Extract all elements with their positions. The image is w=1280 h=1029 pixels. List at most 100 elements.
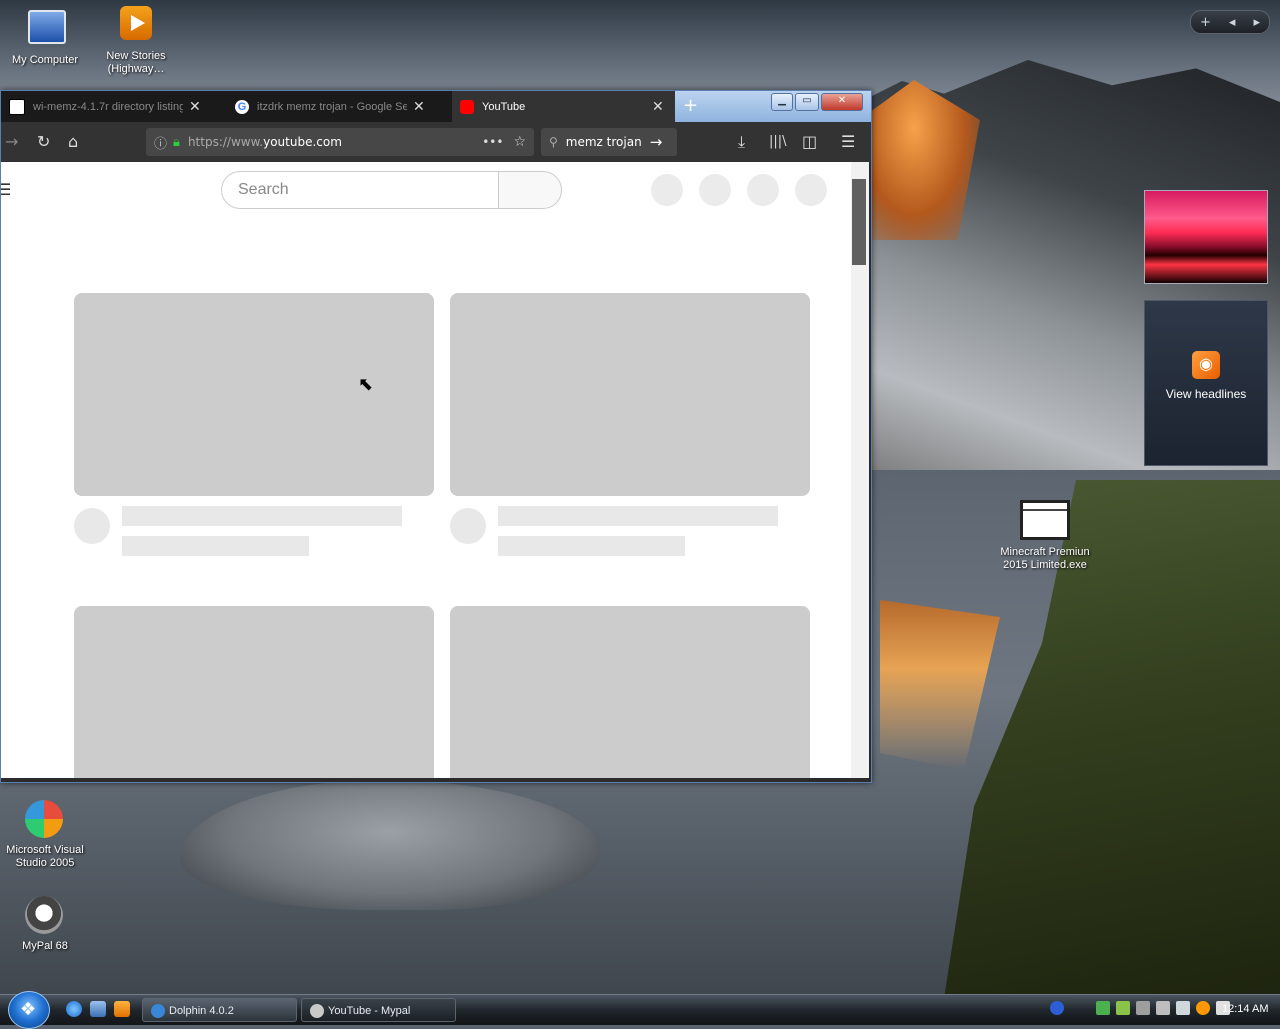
system-tray [1050, 1001, 1230, 1015]
close-tab-icon[interactable]: ✕ [189, 98, 201, 115]
sidebar-icon[interactable]: ◫ [802, 132, 817, 151]
navigation-toolbar: → ↻ ⌂ ⓘ 🔒︎ https://www.youtube.com ••• ☆… [1, 122, 871, 162]
tab-youtube[interactable]: YouTube ✕ [452, 91, 675, 122]
exe-window-icon [1020, 500, 1070, 542]
hamburger-menu-icon[interactable]: ☰ [1, 180, 11, 199]
search-bar[interactable]: ⚲ memz trojan → [541, 128, 677, 156]
youtube-page: ☰ Search ⬉ [1, 162, 851, 778]
scrollbar-thumb[interactable] [852, 179, 866, 265]
raccoon-mypal-icon [25, 896, 65, 936]
title-bar: + ▁ ▭ ✕ [675, 91, 871, 122]
lock-icon[interactable]: 🔒︎ [173, 135, 180, 150]
download-icon[interactable]: ⤓ [738, 132, 745, 152]
youtube-icon [460, 99, 474, 114]
taskbar-item-youtube-mypal[interactable]: YouTube - Mypal [301, 998, 456, 1022]
help-icon[interactable] [1050, 1001, 1064, 1015]
previous-gadget-button[interactable]: ◂ [1229, 15, 1236, 30]
placeholder-circle [795, 174, 827, 206]
feed-headlines-gadget[interactable]: ◉ View headlines [1144, 300, 1268, 466]
desktop-icon-label: My Computer [11, 54, 79, 66]
forward-icon[interactable]: → [5, 132, 18, 151]
next-gadget-button[interactable]: ▸ [1253, 15, 1260, 30]
video-stories-icon [116, 6, 156, 46]
slideshow-gadget[interactable] [1144, 190, 1268, 284]
url-prefix: https://www. [187, 135, 264, 149]
mouse-cursor-icon: ⬉ [358, 374, 374, 395]
desktop-icon-my-computer[interactable]: My Computer [0, 6, 90, 67]
channel-avatar-placeholder [450, 508, 486, 544]
library-icon[interactable]: |||\ [769, 134, 787, 149]
taskbar: Dolphin 4.0.2 YouTube - Mypal 12:14 AM [0, 991, 1280, 1029]
desktop-icon-label: New Stories (Highway… [106, 50, 166, 75]
tray-spacer [1070, 1001, 1090, 1015]
page-actions-icon[interactable]: ••• [482, 135, 503, 149]
desktop-icon-visual-studio[interactable]: Microsoft Visual Studio 2005 [0, 800, 90, 870]
page-scrollbar[interactable] [851, 162, 869, 778]
internet-explorer-icon[interactable] [66, 1001, 82, 1017]
tab-directory-listing[interactable]: wi-memz-4.1.7r directory listing ✕ [1, 91, 226, 122]
url-domain: youtube.com [263, 135, 342, 149]
new-tab-button[interactable]: + [683, 95, 698, 116]
go-arrow-icon[interactable]: → [650, 133, 663, 151]
task-label: Dolphin 4.0.2 [169, 1005, 234, 1017]
mypal-icon [310, 1004, 324, 1018]
desktop-icon-minecraft-exe[interactable]: Minecraft Premiun 2015 Limited.exe [1000, 500, 1090, 572]
youtube-search-input[interactable]: Search [221, 171, 498, 209]
view-headlines-label[interactable]: View headlines [1166, 387, 1247, 401]
reload-icon[interactable]: ↻ [37, 132, 50, 151]
network-icon[interactable] [1096, 1001, 1110, 1015]
close-tab-icon[interactable]: ✕ [413, 98, 425, 115]
tab-google-search[interactable]: G itzdrk memz trojan - Google Search ✕ [227, 91, 451, 122]
menu-icon[interactable]: ☰ [841, 132, 855, 151]
meta-line-placeholder [122, 536, 309, 556]
add-gadget-button[interactable]: + [1200, 15, 1211, 30]
tab-title: itzdrk memz trojan - Google Search [257, 100, 407, 113]
tab-title: wi-memz-4.1.7r directory listing [33, 100, 183, 113]
title-line-placeholder [122, 506, 402, 526]
close-tab-icon[interactable]: ✕ [652, 98, 664, 115]
meta-line-placeholder [498, 536, 685, 556]
rss-icon: ◉ [1192, 351, 1220, 379]
search-icon: ⚲ [549, 135, 558, 149]
taskbar-clock[interactable]: 12:14 AM [1222, 1003, 1268, 1015]
channel-avatar-placeholder [74, 508, 110, 544]
google-icon: G [235, 99, 249, 114]
security-icon[interactable] [1116, 1001, 1130, 1015]
task-label: YouTube - Mypal [328, 1005, 411, 1017]
desktop-icon-label: MyPal 68 [22, 940, 68, 952]
device-icon[interactable] [1136, 1001, 1150, 1015]
minimize-button[interactable]: ▁ [771, 93, 793, 111]
search-tray-icon[interactable] [1196, 1001, 1210, 1015]
video-thumbnail-placeholder[interactable] [74, 293, 434, 496]
video-thumbnail-placeholder[interactable] [74, 606, 434, 778]
placeholder-circle [699, 174, 731, 206]
start-button[interactable] [8, 991, 50, 1029]
bookmark-star-icon[interactable]: ☆ [513, 134, 526, 150]
title-line-placeholder [498, 506, 778, 526]
desktop-icon-new-stories[interactable]: New Stories (Highway… [91, 6, 181, 76]
url-text[interactable]: https://www.youtube.com [188, 135, 482, 149]
gadget-toolbar: + ◂ ▸ [1190, 10, 1270, 34]
show-desktop-icon[interactable] [90, 1001, 106, 1017]
address-bar[interactable]: ⓘ 🔒︎ https://www.youtube.com ••• ☆ [146, 128, 534, 156]
dolphin-icon [151, 1004, 165, 1018]
computer-icon [25, 10, 66, 50]
video-thumbnail-placeholder[interactable] [450, 606, 810, 778]
placeholder-circle [651, 174, 683, 206]
media-player-icon[interactable] [114, 1001, 130, 1017]
display-icon[interactable] [1176, 1001, 1190, 1015]
maximize-button[interactable]: ▭ [795, 93, 819, 111]
tab-title: YouTube [482, 100, 526, 113]
desktop-icon-label: Microsoft Visual Studio 2005 [6, 844, 84, 869]
desktop-icon-mypal[interactable]: MyPal 68 [0, 896, 90, 953]
search-term[interactable]: memz trojan [566, 135, 642, 149]
video-thumbnail-placeholder[interactable] [450, 293, 810, 496]
tab-bar: wi-memz-4.1.7r directory listing ✕ G itz… [1, 91, 871, 122]
desktop-icon-label: Minecraft Premiun 2015 Limited.exe [1000, 546, 1090, 571]
home-icon[interactable]: ⌂ [68, 132, 78, 151]
close-window-button[interactable]: ✕ [821, 93, 863, 111]
taskbar-item-dolphin[interactable]: Dolphin 4.0.2 [142, 998, 297, 1022]
volume-icon[interactable] [1156, 1001, 1170, 1015]
info-icon[interactable]: ⓘ [154, 133, 167, 152]
youtube-search-button[interactable] [498, 171, 562, 209]
